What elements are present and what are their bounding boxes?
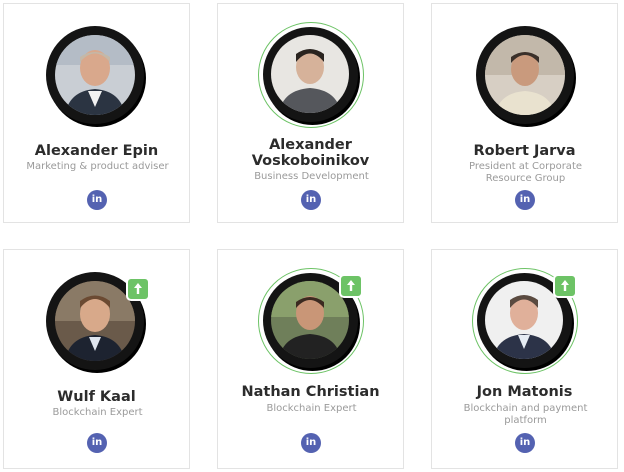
arrow-up-icon <box>126 277 150 301</box>
member-name: Alexander Epin <box>34 143 159 159</box>
team-card: Wulf Kaal Blockchain Expert in <box>3 249 190 469</box>
linkedin-icon[interactable]: in <box>301 433 321 453</box>
member-name: Robert Jarva <box>473 143 576 159</box>
linkedin-icon[interactable]: in <box>515 190 535 210</box>
arrow-up-icon <box>339 274 363 298</box>
member-title: President at Corporate Resource Group <box>468 161 583 184</box>
member-title: Blockchain and payment platform <box>463 403 588 426</box>
avatar <box>476 26 580 130</box>
team-card: Nathan Christian Blockchain Expert in <box>217 249 404 469</box>
linkedin-icon[interactable]: in <box>87 190 107 210</box>
team-card: Alexander Epin Marketing & product advis… <box>3 3 190 223</box>
member-name: Alexander Voskoboinikov <box>251 137 370 169</box>
member-title: Marketing & product adviser <box>26 161 169 172</box>
member-title: Blockchain Expert <box>266 403 357 414</box>
member-name: Nathan Christian <box>241 384 380 400</box>
arrow-up-icon <box>553 274 577 298</box>
linkedin-icon[interactable]: in <box>87 433 107 453</box>
linkedin-icon[interactable]: in <box>515 433 535 453</box>
team-card: Robert Jarva President at Corporate Reso… <box>431 3 618 223</box>
team-card: Jon Matonis Blockchain and payment platf… <box>431 249 618 469</box>
avatar <box>46 26 150 130</box>
avatar <box>258 22 364 128</box>
linkedin-icon[interactable]: in <box>301 190 321 210</box>
member-name: Jon Matonis <box>476 384 573 400</box>
team-card: Alexander Voskoboinikov Business Develop… <box>217 3 404 223</box>
member-title: Blockchain Expert <box>52 407 143 418</box>
member-title: Business Development <box>254 171 369 182</box>
member-name: Wulf Kaal <box>57 389 136 405</box>
